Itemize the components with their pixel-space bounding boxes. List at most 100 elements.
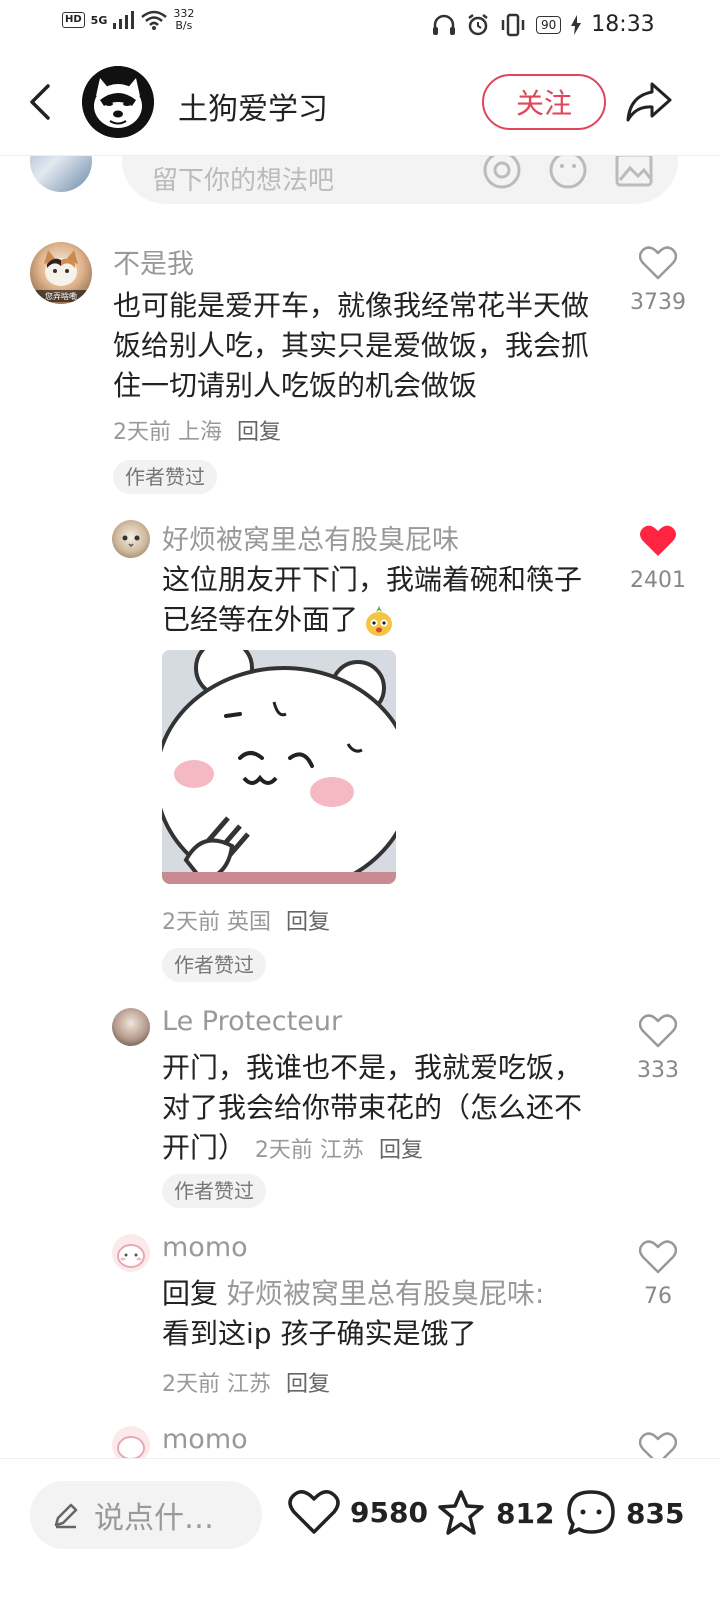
charging-icon	[571, 14, 582, 35]
like-count: 3739	[630, 290, 686, 315]
comment-location: 英国	[227, 910, 272, 935]
commenter-name[interactable]: momo	[162, 1232, 248, 1263]
bottom-action-bar: 说点什… 9580 812 835	[0, 1458, 720, 1600]
like-post-button[interactable]: 9580	[288, 1489, 428, 1535]
comment-input[interactable]: 留下你的想法吧	[122, 156, 678, 204]
reply-button[interactable]: 回复	[237, 420, 281, 445]
heart-filled-icon[interactable]	[639, 524, 677, 558]
comment-text[interactable]: 回复 好烦被窝里总有股臭屁味: 看到这ip 孩子确实是饿了	[162, 1274, 602, 1354]
comment-input-placeholder: 留下你的想法吧	[152, 166, 335, 196]
bear-sticker-icon	[162, 650, 396, 884]
like-count: 333	[637, 1058, 679, 1083]
post-star-count: 812	[496, 1496, 555, 1530]
reply-prefix: 回复	[162, 1277, 219, 1310]
composer-icons	[482, 156, 654, 190]
collect-post-button[interactable]: 812	[436, 1489, 554, 1537]
comment-item: 您弄啥嘞 不是我 也可能是爱开车，就像我经常花半天做饭给别人吃，其实只是爱做饭，…	[0, 238, 720, 498]
comment-text[interactable]: 开门，我谁也不是，我就爱吃饭，对了我会给你带束花的（怎么还不开门） 2天前 江苏…	[162, 1048, 602, 1171]
author-liked-badge: 作者赞过	[162, 948, 266, 982]
comment-location: 江苏	[319, 1138, 364, 1163]
page-header: 土狗爱学习 关注	[0, 48, 720, 156]
comment-composer-row: 留下你的想法吧	[0, 156, 720, 212]
commenter-name[interactable]: 不是我	[113, 242, 194, 281]
star-outline-icon	[438, 1490, 484, 1535]
like-control[interactable]: 3739	[623, 246, 693, 315]
author-liked-badge: 作者赞过	[113, 460, 217, 494]
reply-item: momo 回复 好烦被窝里总有股臭屁味: 看到这ip 孩子确实是饿了 2天前 江…	[0, 1232, 720, 1402]
status-bar-left: HD 5G 332 B/s	[62, 8, 194, 32]
comment-meta: 2天前 江苏 回复	[255, 1138, 423, 1163]
like-count: 76	[644, 1284, 672, 1309]
comment-text[interactable]: 这位朋友开下门，我端着碗和筷子已经等在外面了	[162, 560, 602, 640]
post-like-count: 9580	[350, 1495, 428, 1529]
commenter-avatar[interactable]	[112, 1008, 150, 1046]
commenter-name[interactable]: momo	[162, 1424, 248, 1455]
user-avatar	[30, 156, 92, 192]
headphones-icon	[433, 14, 455, 35]
wifi-icon	[141, 10, 168, 30]
image-icon[interactable]	[614, 156, 654, 190]
reply-button[interactable]: 回复	[379, 1138, 423, 1163]
vibrate-icon	[501, 13, 525, 36]
sticker-image[interactable]	[162, 650, 396, 884]
comment-time: 2天前	[162, 910, 220, 935]
bottom-input-placeholder: 说点什…	[94, 1501, 214, 1536]
like-control[interactable]: 333	[623, 1014, 693, 1083]
commenter-avatar[interactable]	[112, 520, 150, 558]
like-control[interactable]	[623, 1432, 693, 1458]
commenter-avatar[interactable]	[112, 1234, 150, 1272]
commenter-name[interactable]: Le Protecteur	[162, 1006, 342, 1037]
follow-button[interactable]: 关注	[482, 74, 606, 130]
comment-time: 2天前	[254, 1138, 313, 1163]
commenter-name[interactable]: 好烦被窝里总有股臭屁味	[162, 518, 459, 557]
at-icon[interactable]	[482, 156, 522, 190]
comment-location: 江苏	[227, 1372, 272, 1397]
back-icon[interactable]	[22, 82, 62, 122]
comment-location: 上海	[178, 420, 223, 445]
pink-blob-icon	[117, 1244, 145, 1268]
heart-outline-icon[interactable]	[638, 1432, 678, 1458]
emoji-icon[interactable]	[548, 156, 588, 190]
hd-indicator: HD	[62, 12, 85, 28]
page-title: 土狗爱学习	[178, 92, 328, 127]
reply-item: Le Protecteur 开门，我谁也不是，我就爱吃饭，对了我会给你带束花的（…	[0, 1006, 720, 1208]
battery-indicator: 90	[536, 15, 562, 34]
comment-time: 2天前	[113, 420, 171, 445]
bottom-comment-input[interactable]: 说点什…	[30, 1481, 262, 1549]
status-bar: HD 5G 332 B/s 90 18:33	[0, 0, 720, 48]
comment-time: 2天前	[162, 1372, 220, 1397]
reply-to-name[interactable]: 好烦被窝里总有股臭屁味:	[227, 1277, 544, 1310]
reply-button[interactable]: 回复	[286, 1372, 330, 1397]
pencil-icon	[54, 1503, 78, 1529]
comment-meta: 2天前 江苏 回复	[162, 1366, 330, 1398]
like-control[interactable]: 2401	[623, 524, 693, 593]
reply-item: 好烦被窝里总有股臭屁味 这位朋友开下门，我端着碗和筷子已经等在外面了 2天前 英…	[0, 516, 720, 986]
network-label: 5G	[90, 13, 108, 27]
comment-text[interactable]: 也可能是爱开车，就像我经常花半天做饭给别人吃，其实只是爱做饭，我会抓住一切请别人…	[113, 286, 608, 406]
post-comment-count: 835	[626, 1496, 685, 1530]
status-icons: 90 18:33	[432, 12, 655, 37]
reply-item: momo	[0, 1424, 720, 1458]
dog-face-icon	[82, 66, 154, 138]
signal-icon	[113, 11, 135, 29]
like-control[interactable]: 76	[623, 1240, 693, 1309]
comment-bubble-icon	[567, 1490, 615, 1535]
heart-outline-icon[interactable]	[638, 1014, 678, 1048]
comment-meta: 2天前 上海 回复	[113, 414, 281, 446]
pink-blob-icon	[117, 1436, 145, 1458]
like-count: 2401	[630, 568, 686, 593]
alarm-icon	[468, 13, 488, 35]
share-icon[interactable]	[624, 78, 674, 124]
speed-unit: B/s	[175, 19, 193, 32]
reply-button[interactable]: 回复	[286, 910, 330, 935]
author-avatar[interactable]	[82, 66, 154, 138]
pineapple-emoji-icon	[366, 606, 393, 636]
comment-post-button[interactable]: 835	[566, 1489, 684, 1537]
heart-outline-icon[interactable]	[638, 1240, 678, 1274]
author-liked-badge: 作者赞过	[162, 1174, 266, 1208]
network-speed: 332 B/s	[173, 8, 194, 32]
heart-outline-icon[interactable]	[638, 246, 678, 280]
commenter-avatar[interactable]	[112, 1426, 150, 1458]
commenter-avatar[interactable]: 您弄啥嘞	[30, 242, 92, 304]
avatar-caption: 您弄啥嘞	[45, 292, 77, 301]
